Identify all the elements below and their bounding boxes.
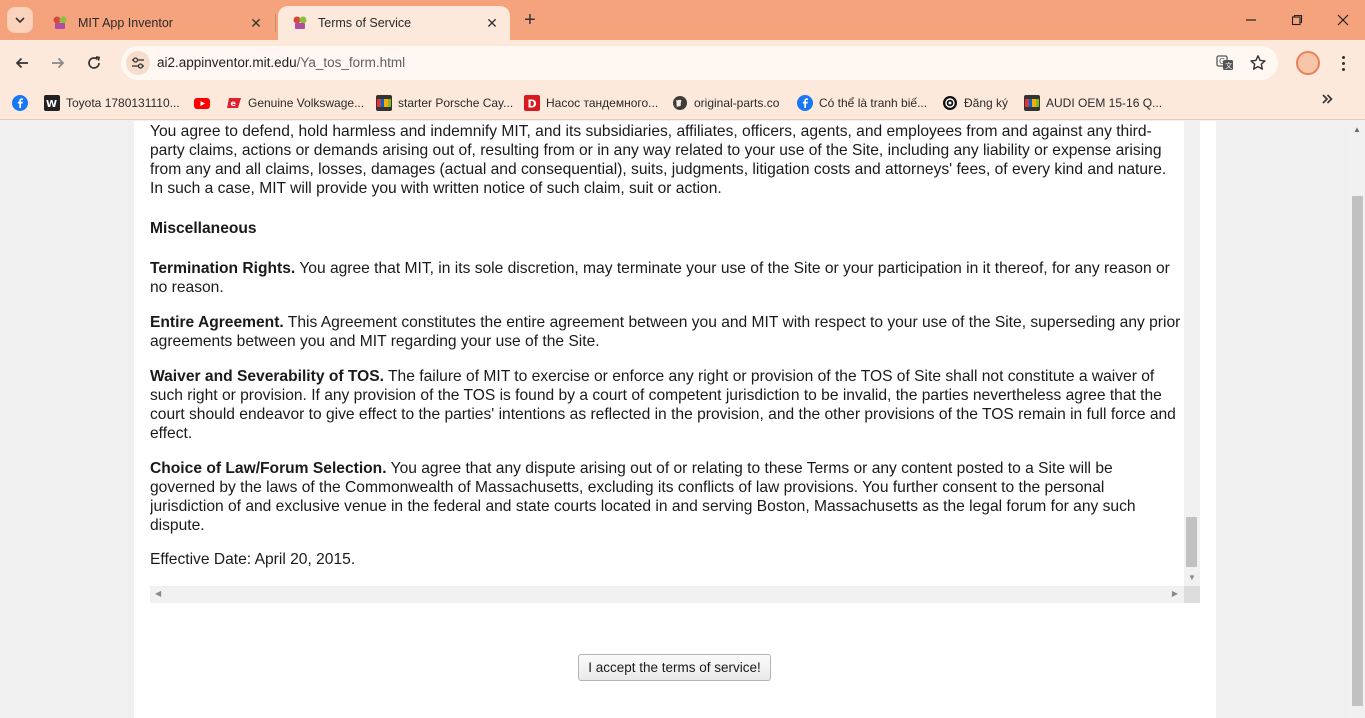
facebook-icon (797, 95, 813, 111)
tos-entire-paragraph: Entire Agreement. This Agreement constit… (150, 314, 1181, 350)
accept-terms-button[interactable]: I accept the terms of service! (578, 654, 771, 681)
tos-vertical-scrollbar[interactable]: ▼ (1184, 121, 1200, 586)
content-sheet: You agree to defend, hold harmless and i… (134, 121, 1216, 718)
tos-effective-date: Effective Date: April 20, 2015. (150, 551, 356, 568)
globe-icon (673, 96, 687, 110)
facebook-icon (12, 95, 28, 111)
shop-icon (1024, 95, 1040, 111)
tos-scroll-thumb[interactable] (1186, 517, 1197, 567)
tab-separator (275, 14, 276, 32)
youtube-icon (194, 98, 210, 109)
tos-waiver-paragraph: Waiver and Severability of TOS. The fail… (150, 368, 1176, 442)
scroll-left-arrow-icon[interactable]: ◀ (155, 589, 161, 598)
tune-icon (132, 57, 144, 69)
minimize-button[interactable] (1228, 0, 1274, 40)
record-icon (943, 96, 957, 110)
scroll-right-arrow-icon[interactable]: ▶ (1172, 589, 1178, 598)
store-icon: e (227, 98, 241, 108)
bookmark-item[interactable]: Có thể là tranh biế... (797, 92, 927, 114)
close-tab-icon[interactable]: ✕ (244, 11, 268, 35)
tab-title: MIT App Inventor (78, 16, 173, 30)
site-info-button[interactable] (126, 51, 150, 75)
star-icon (1250, 55, 1266, 70)
forward-button[interactable] (44, 49, 72, 77)
bookmark-star-button[interactable] (1246, 51, 1270, 75)
tos-law-paragraph: Choice of Law/Forum Selection. You agree… (150, 460, 1136, 534)
tab-strip: MIT App Inventor ✕ Terms of Service ✕ + (0, 0, 1365, 40)
arrow-right-icon (52, 57, 65, 69)
tab-title: Terms of Service (318, 16, 412, 30)
browser-menu-button[interactable] (1333, 51, 1353, 75)
bookmark-item[interactable]: Đăng ký (942, 92, 1008, 114)
tos-indemnity-paragraph: You agree to defend, hold harmless and i… (150, 123, 1167, 197)
bookmark-item[interactable] (12, 92, 34, 114)
page-scroll-thumb[interactable] (1352, 196, 1363, 706)
translate-icon: G文 (1216, 55, 1233, 70)
page-vertical-scrollbar[interactable]: ▲ (1350, 121, 1365, 718)
svg-text:W: W (46, 99, 57, 110)
vw-icon: W (44, 95, 60, 111)
app-inventor-icon (53, 16, 67, 29)
reload-button[interactable] (80, 49, 108, 77)
tab-search-button[interactable] (7, 7, 33, 33)
more-bookmarks-button[interactable] (1320, 92, 1334, 109)
tos-text: You agree to defend, hold harmless and i… (150, 121, 1182, 569)
tos-termination-paragraph: Termination Rights. You agree that MIT, … (150, 260, 1170, 296)
url-text: ai2.appinventor.mit.edu/Ya_tos_form.html (157, 55, 406, 70)
close-window-button[interactable] (1320, 0, 1365, 40)
reload-icon (88, 56, 100, 69)
bookmark-item[interactable]: AUDI OEM 15-16 Q... (1024, 92, 1162, 114)
svg-text:D: D (528, 98, 537, 111)
tab-mit-app-inventor[interactable]: MIT App Inventor ✕ (38, 6, 274, 40)
profile-avatar[interactable] (1296, 51, 1320, 75)
browser-toolbar: ai2.appinventor.mit.edu/Ya_tos_form.html… (0, 40, 1365, 86)
minimize-icon (1246, 19, 1256, 21)
close-tab-icon[interactable]: ✕ (480, 11, 504, 35)
tos-horizontal-scrollbar[interactable]: ◀ ▶ (150, 586, 1184, 603)
restore-icon (1291, 14, 1303, 26)
chevron-down-icon (15, 17, 25, 24)
new-tab-button[interactable]: + (518, 8, 542, 32)
svg-text:e: e (231, 99, 237, 108)
bookmarks-bar: W Toyota 1780131110... e Genuine Volkswa… (0, 86, 1365, 120)
page-viewport: You agree to defend, hold harmless and i… (0, 121, 1350, 718)
restore-button[interactable] (1274, 0, 1320, 40)
bookmark-item[interactable]: W Toyota 1780131110... (44, 92, 180, 114)
app-inventor-icon (293, 16, 307, 29)
close-icon (1337, 14, 1349, 26)
chevron-double-right-icon (1322, 94, 1333, 104)
tos-misc-heading: Miscellaneous (150, 220, 257, 237)
bookmark-item[interactable] (194, 92, 216, 114)
scroll-up-arrow-icon[interactable]: ▲ (1353, 125, 1361, 134)
back-button[interactable] (8, 49, 36, 77)
scrollbar-corner (1184, 586, 1200, 603)
shop-icon (376, 95, 392, 111)
tab-terms-of-service[interactable]: Terms of Service ✕ (278, 6, 510, 40)
scroll-down-arrow-icon[interactable]: ▼ (1188, 573, 1196, 582)
bookmark-item[interactable]: original-parts.co (672, 92, 779, 114)
bookmark-item[interactable]: starter Porsche Cay... (376, 92, 513, 114)
d-icon: D (524, 95, 540, 111)
address-bar[interactable]: ai2.appinventor.mit.edu/Ya_tos_form.html… (121, 46, 1278, 80)
bookmark-item[interactable]: D Насос тандемного... (524, 92, 658, 114)
tos-scroll-frame[interactable]: You agree to defend, hold harmless and i… (150, 121, 1200, 603)
arrow-left-icon (15, 57, 28, 69)
svg-text:文: 文 (1225, 61, 1232, 70)
translate-button[interactable]: G文 (1213, 51, 1237, 75)
bookmark-item[interactable]: e Genuine Volkswage... (226, 92, 364, 114)
